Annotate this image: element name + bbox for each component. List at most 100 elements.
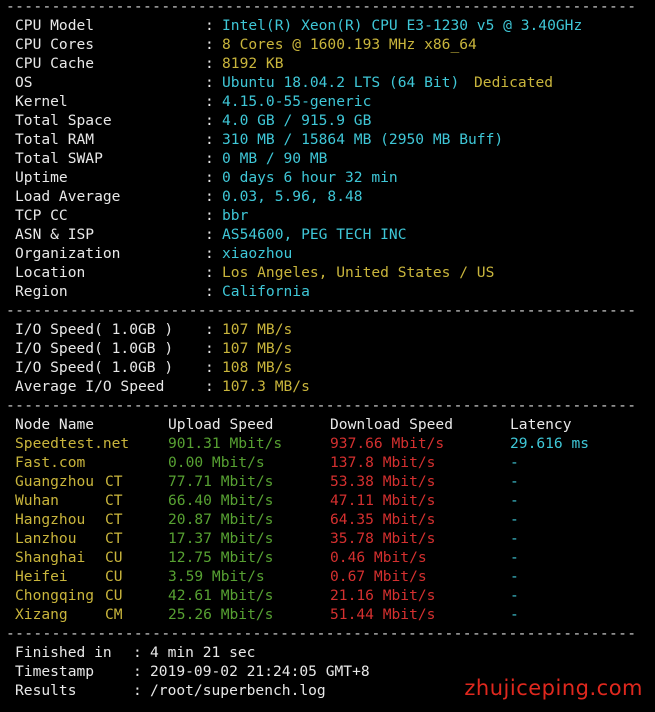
separator-line: ----------------------------------------… (6, 397, 636, 414)
separator-line: ----------------------------------------… (6, 625, 636, 642)
speed-isp: CT (105, 473, 123, 490)
speed-upload: 42.61 Mbit/s (168, 587, 274, 604)
separator-line: ----------------------------------------… (6, 302, 636, 319)
info-colon: : (205, 188, 214, 205)
speed-row: Wuhan CT 66.40 Mbit/s 47.11 Mbit/s - (15, 491, 635, 510)
info-row: TCP CC: bbr (15, 206, 635, 225)
info-label: CPU Model (15, 17, 95, 34)
io-colon: : (205, 359, 214, 376)
info-value: California (222, 283, 310, 300)
speed-upload: 77.71 Mbit/s (168, 473, 274, 490)
io-value: 107 MB/s (222, 340, 293, 357)
summary-row: Results: /root/superbench.log (15, 681, 475, 700)
info-row: Organization: xiaozhou (15, 244, 635, 263)
speed-row: Heifei CU 3.59 Mbit/s 0.67 Mbit/s - (15, 567, 635, 586)
io-row: I/O Speed( 1.0GB ):108 MB/s (15, 358, 635, 377)
speed-row: Hangzhou CT 20.87 Mbit/s 64.35 Mbit/s - (15, 510, 635, 529)
speed-latency: - (510, 454, 519, 471)
info-label: Kernel (15, 93, 68, 110)
speed-download: 47.11 Mbit/s (330, 492, 436, 509)
speed-node: Guangzhou (15, 473, 95, 490)
info-value: 310 MB / 15864 MB (2950 MB Buff) (222, 131, 504, 148)
info-label: Location (15, 264, 86, 281)
info-colon: : (205, 264, 214, 281)
speed-upload: 17.37 Mbit/s (168, 530, 274, 547)
io-colon: : (205, 340, 214, 357)
summary-label: Timestamp (15, 663, 95, 680)
speed-latency: - (510, 568, 519, 585)
info-value: 0 days 6 hour 32 min (222, 169, 398, 186)
speed-node: Chongqing (15, 587, 95, 604)
speed-latency: - (510, 587, 519, 604)
speed-node: Hangzhou (15, 511, 86, 528)
header-upload: Upload Speed (168, 416, 274, 433)
speed-row: Speedtest.net 901.31 Mbit/s 937.66 Mbit/s 2… (15, 434, 635, 453)
speed-isp: CT (105, 492, 123, 509)
speed-download: 51.44 Mbit/s (330, 606, 436, 623)
info-row: CPU Cache:8192 KB (15, 54, 635, 73)
speed-node: Speedtest.net (15, 435, 130, 452)
speed-isp: CU (105, 549, 123, 566)
info-value: xiaozhou (222, 245, 293, 262)
summary-value: 4 min 21 sec (150, 644, 256, 661)
speed-node: Shanghai (15, 549, 86, 566)
speed-upload: 66.40 Mbit/s (168, 492, 274, 509)
info-row: CPU Cores:8 Cores @ 1600.193 MHz x86_64 (15, 35, 635, 54)
separator-line: ----------------------------------------… (6, 0, 636, 15)
speed-node: Xizang (15, 606, 68, 623)
speed-row: Fast.com 0.00 Mbit/s 137.8 Mbit/s - (15, 453, 635, 472)
info-label: Load Average (15, 188, 121, 205)
speed-download: 64.35 Mbit/s (330, 511, 436, 528)
info-row: ASN & ISP: AS54600, PEG TECH INC (15, 225, 635, 244)
io-label: Average I/O Speed (15, 378, 165, 395)
info-label: Uptime (15, 169, 68, 186)
speed-download: 137.8 Mbit/s (330, 454, 436, 471)
speed-isp: CM (105, 606, 123, 623)
info-value: Los Angeles, United States / US (222, 264, 495, 281)
info-row: OS: Ubuntu 18.04.2 LTS (64 Bit) Dedicated (15, 73, 635, 92)
io-colon: : (205, 321, 214, 338)
info-value: 4.0 GB / 915.9 GB (222, 112, 372, 129)
info-label: ASN & ISP (15, 226, 95, 243)
info-row: Total RAM:310 MB / 15864 MB (2950 MB Buf… (15, 130, 635, 149)
io-value: 108 MB/s (222, 359, 293, 376)
speed-upload: 12.75 Mbit/s (168, 549, 274, 566)
info-colon: : (205, 207, 214, 224)
info-row: Uptime:0 days 6 hour 32 min (15, 168, 635, 187)
info-label: Total SWAP (15, 150, 103, 167)
speed-upload: 3.59 Mbit/s (168, 568, 265, 585)
io-label: I/O Speed( 1.0GB ) (15, 340, 174, 357)
speed-node: Fast.com (15, 454, 86, 471)
summary-label: Results (15, 682, 77, 699)
speed-header: Node Name Upload Speed Download Speed Laten… (15, 415, 635, 434)
speed-latency: - (510, 530, 519, 547)
speed-upload: 25.26 Mbit/s (168, 606, 274, 623)
info-colon: : (205, 245, 214, 262)
info-value: AS54600, PEG TECH INC (222, 226, 407, 243)
info-row: Load Average:0.03, 5.96, 8.48 (15, 187, 635, 206)
summary-value: 2019-09-02 21:24:05 GMT+8 (150, 663, 370, 680)
summary-value: /root/superbench.log (150, 682, 326, 699)
io-colon: : (205, 378, 214, 395)
watermark: zhujiceping.com (464, 676, 643, 700)
info-value: 8 Cores @ 1600.193 MHz x86_64 (222, 36, 477, 53)
info-colon: : (205, 169, 214, 186)
summary-row: Finished in:4 min 21 sec (15, 643, 475, 662)
header-node: Node Name (15, 416, 95, 433)
info-colon: : (205, 283, 214, 300)
speed-latency: - (510, 606, 519, 623)
speed-download: 0.67 Mbit/s (330, 568, 427, 585)
speed-latency: - (510, 549, 519, 566)
info-label: CPU Cores (15, 36, 95, 53)
info-value: bbr (222, 207, 249, 224)
info-label: CPU Cache (15, 55, 95, 72)
io-row: I/O Speed( 1.0GB ):107 MB/s (15, 339, 635, 358)
speed-isp: CU (105, 568, 123, 585)
io-row: I/O Speed( 1.0GB ):107 MB/s (15, 320, 635, 339)
header-latency: Latency (510, 416, 572, 433)
info-label: Organization (15, 245, 121, 262)
info-colon: : (205, 74, 214, 91)
speed-node: Lanzhou (15, 530, 77, 547)
speed-latency: - (510, 473, 519, 490)
speed-download: 35.78 Mbit/s (330, 530, 436, 547)
